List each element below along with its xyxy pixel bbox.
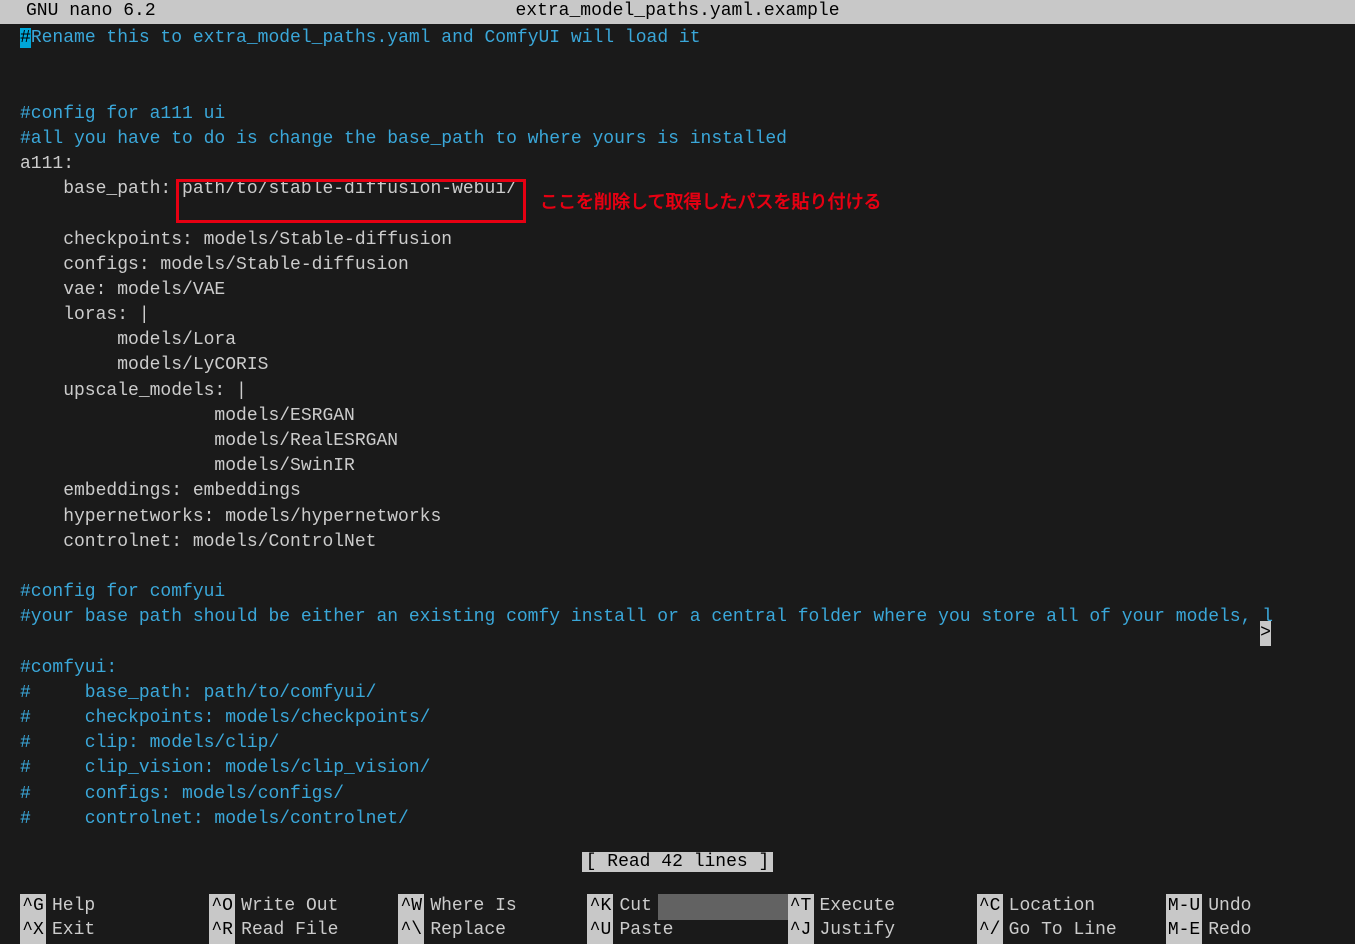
- editor-line: models/Lora: [20, 328, 1355, 353]
- annotation-text: ここを削除して取得したパスを貼り付ける: [540, 190, 881, 215]
- editor-line: models/RealESRGAN: [20, 429, 1355, 454]
- editor-line: # base_path: path/to/comfyui/: [20, 681, 1355, 706]
- editor-line: models/ESRGAN: [20, 404, 1355, 429]
- editor-line: # configs: models/configs/: [20, 782, 1355, 807]
- shortcut-read-file[interactable]: ^RRead File: [209, 919, 398, 943]
- editor-line: [20, 555, 1355, 580]
- shortcut-key: ^O: [209, 894, 235, 919]
- editor-line: #all you have to do is change the base_p…: [20, 127, 1355, 152]
- shortcut-key: ^G: [20, 894, 46, 919]
- editor-line: a111:: [20, 152, 1355, 177]
- editor-line: upscale_models: |: [20, 379, 1355, 404]
- shortcut-cut[interactable]: ^KCut: [587, 895, 787, 919]
- shortcut-bar: ^GHelp^OWrite Out^WWhere Is^KCut ^TExecu…: [20, 895, 1355, 943]
- shortcut-key: ^X: [20, 918, 46, 943]
- shortcut-where-is[interactable]: ^WWhere Is: [398, 895, 587, 919]
- editor-line: #config for comfyui: [20, 580, 1355, 605]
- editor-line: # checkpoints: models/checkpoints/: [20, 706, 1355, 731]
- shortcut-label: Paste: [619, 918, 673, 943]
- shortcut-label: Undo: [1208, 894, 1251, 919]
- shortcut-replace[interactable]: ^\Replace: [398, 919, 587, 943]
- shortcut-key: M-E: [1166, 918, 1202, 943]
- editor-line: # clip_vision: models/clip_vision/: [20, 756, 1355, 781]
- shortcut-key: ^W: [398, 894, 424, 919]
- editor-line: #config for a111 ui: [20, 102, 1355, 127]
- shortcut-label: Write Out: [241, 894, 338, 919]
- shortcut-key: ^C: [977, 894, 1003, 919]
- editor-line: #Rename this to extra_model_paths.yaml a…: [20, 26, 1355, 51]
- shortcut-location[interactable]: ^CLocation: [977, 895, 1166, 919]
- shortcut-label: Go To Line: [1009, 918, 1117, 943]
- shortcut-justify[interactable]: ^JJustify: [788, 919, 977, 943]
- editor-line: #your base path should be either an exis…: [20, 605, 1355, 630]
- editor-line: models/LyCORIS: [20, 353, 1355, 378]
- shortcut-key: ^U: [587, 918, 613, 943]
- shortcut-go-to-line[interactable]: ^/Go To Line: [977, 919, 1166, 943]
- shortcut-redo[interactable]: M-ERedo: [1166, 919, 1355, 943]
- truncate-marker: >: [1260, 621, 1271, 646]
- editor-content[interactable]: #Rename this to extra_model_paths.yaml a…: [0, 24, 1355, 832]
- shortcut-key: ^R: [209, 918, 235, 943]
- shortcut-label: Read File: [241, 918, 338, 943]
- shortcut-key: ^K: [587, 894, 613, 919]
- shortcut-write-out[interactable]: ^OWrite Out: [209, 895, 398, 919]
- editor-line: hypernetworks: models/hypernetworks: [20, 505, 1355, 530]
- shortcut-key: M-U: [1166, 894, 1202, 919]
- editor-line: loras: |: [20, 303, 1355, 328]
- shortcut-label: Exit: [52, 918, 95, 943]
- shortcut-label: Replace: [430, 918, 506, 943]
- editor-line: configs: models/Stable-diffusion: [20, 253, 1355, 278]
- file-name: extra_model_paths.yaml.example: [0, 0, 1355, 25]
- shortcut-paste[interactable]: ^UPaste: [587, 919, 787, 943]
- shortcut-label: Location: [1009, 894, 1095, 919]
- status-text: [ Read 42 lines ]: [582, 852, 774, 872]
- shortcut-label: Cut: [619, 894, 651, 919]
- editor-name: GNU nano 6.2: [2, 0, 156, 25]
- shortcut-key: ^/: [977, 918, 1003, 943]
- cursor-indicator: [658, 894, 788, 919]
- shortcut-label: Where Is: [430, 894, 516, 919]
- editor-line: models/SwinIR: [20, 454, 1355, 479]
- shortcut-help[interactable]: ^GHelp: [20, 895, 209, 919]
- shortcut-key: ^T: [788, 894, 814, 919]
- shortcut-undo[interactable]: M-UUndo: [1166, 895, 1355, 919]
- editor-line: #comfyui:: [20, 656, 1355, 681]
- shortcut-label: Redo: [1208, 918, 1251, 943]
- shortcut-label: Justify: [820, 918, 896, 943]
- shortcut-label: Help: [52, 894, 95, 919]
- shortcut-key: ^\: [398, 918, 424, 943]
- shortcut-label: Execute: [820, 894, 896, 919]
- editor-line: vae: models/VAE: [20, 278, 1355, 303]
- editor-line: [20, 631, 1355, 656]
- editor-line: controlnet: models/ControlNet: [20, 530, 1355, 555]
- title-bar: GNU nano 6.2 extra_model_paths.yaml.exam…: [0, 0, 1355, 24]
- shortcut-execute[interactable]: ^TExecute: [788, 895, 977, 919]
- shortcut-key: ^J: [788, 918, 814, 943]
- editor-line: # clip: models/clip/: [20, 731, 1355, 756]
- shortcut-exit[interactable]: ^XExit: [20, 919, 209, 943]
- editor-line: embeddings: embeddings: [20, 479, 1355, 504]
- editor-line: checkpoints: models/Stable-diffusion: [20, 228, 1355, 253]
- editor-line: [20, 51, 1355, 76]
- editor-line: [20, 76, 1355, 101]
- editor-line: # controlnet: models/controlnet/: [20, 807, 1355, 832]
- status-message: [ Read 42 lines ]: [0, 850, 1355, 875]
